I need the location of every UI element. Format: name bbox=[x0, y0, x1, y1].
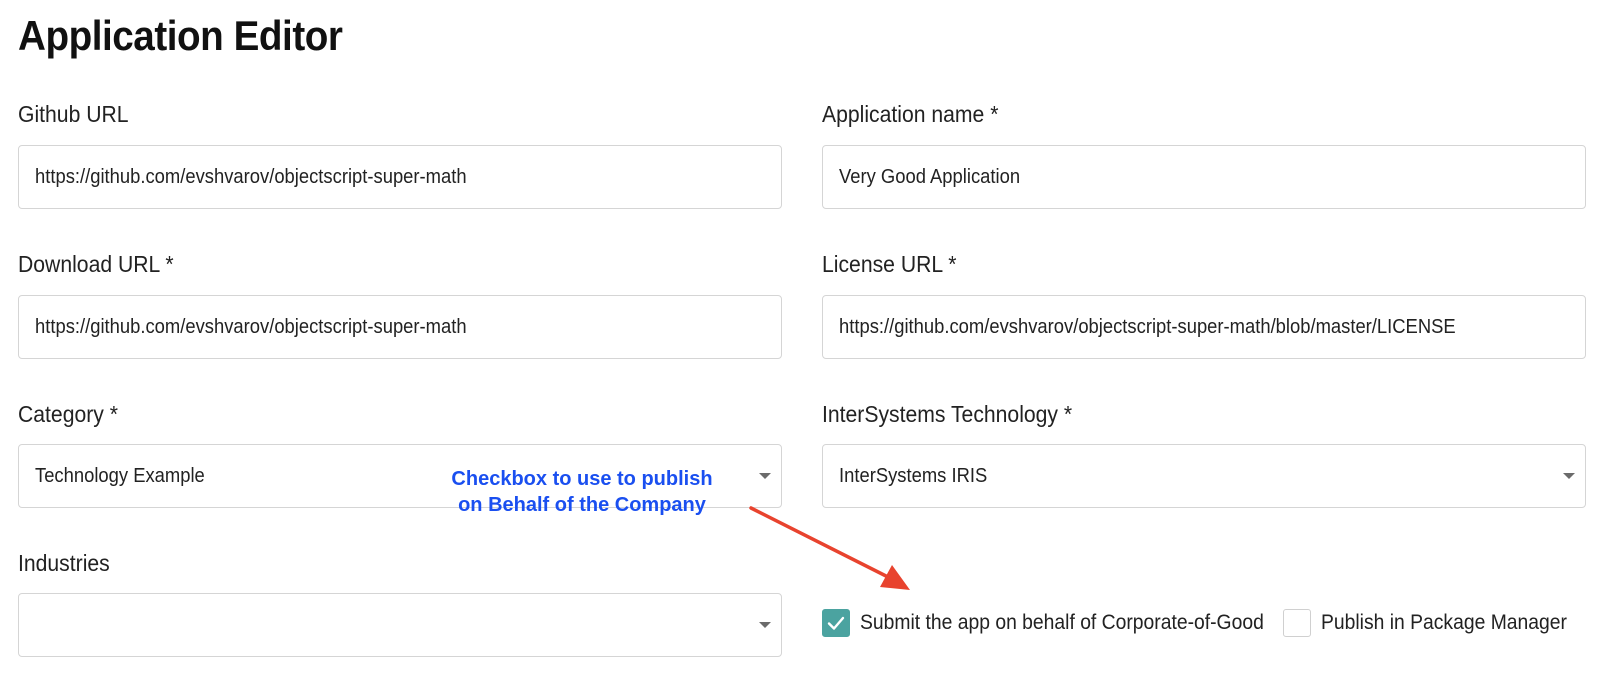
annotation-line-1: Checkbox to use to publish bbox=[451, 468, 713, 490]
submit-on-behalf-label: Submit the app on behalf of Corporate-of… bbox=[860, 611, 1264, 634]
intersystems-technology-label: InterSystems Technology * bbox=[822, 401, 1073, 427]
chevron-down-icon bbox=[1563, 473, 1575, 479]
submit-on-behalf-checkbox-row[interactable]: Submit the app on behalf of Corporate-of… bbox=[822, 609, 1299, 637]
industries-select[interactable] bbox=[18, 593, 782, 657]
category-label: Category * bbox=[18, 401, 118, 427]
checkmark-icon bbox=[827, 616, 845, 630]
application-name-label: Application name * bbox=[822, 101, 999, 127]
github-url-label: Github URL bbox=[18, 101, 129, 127]
license-url-label: License URL * bbox=[822, 251, 957, 277]
download-url-value: https://github.com/evshvarov/objectscrip… bbox=[35, 315, 467, 338]
annotation-arrow-head bbox=[880, 565, 910, 590]
annotation-line-2: on Behalf of the Company bbox=[458, 494, 706, 516]
license-url-input[interactable]: https://github.com/evshvarov/objectscrip… bbox=[822, 295, 1586, 359]
page-title: Application Editor bbox=[18, 12, 343, 59]
github-url-value: https://github.com/evshvarov/objectscrip… bbox=[35, 165, 467, 188]
application-editor-page: Application Editor Github URL https://gi… bbox=[0, 0, 1600, 678]
category-value: Technology Example bbox=[35, 464, 205, 487]
license-url-value: https://github.com/evshvarov/objectscrip… bbox=[839, 315, 1456, 338]
intersystems-technology-value: InterSystems IRIS bbox=[839, 464, 988, 487]
annotation-callout: Checkbox to use to publish on Behalf of … bbox=[432, 466, 732, 518]
publish-package-manager-checkbox-row[interactable]: Publish in Package Manager bbox=[1283, 609, 1588, 637]
download-url-label: Download URL * bbox=[18, 251, 174, 277]
application-name-value: Very Good Application bbox=[839, 165, 1021, 188]
industries-label: Industries bbox=[18, 550, 110, 576]
annotation-arrow-line bbox=[749, 506, 892, 580]
publish-package-manager-label: Publish in Package Manager bbox=[1321, 611, 1567, 634]
submit-on-behalf-checkbox[interactable] bbox=[822, 609, 850, 637]
chevron-down-icon bbox=[759, 473, 771, 479]
chevron-down-icon bbox=[759, 622, 771, 628]
publish-package-manager-checkbox[interactable] bbox=[1283, 609, 1311, 637]
intersystems-technology-select[interactable]: InterSystems IRIS bbox=[822, 444, 1586, 508]
application-name-input[interactable]: Very Good Application bbox=[822, 145, 1586, 209]
github-url-input[interactable]: https://github.com/evshvarov/objectscrip… bbox=[18, 145, 782, 209]
download-url-input[interactable]: https://github.com/evshvarov/objectscrip… bbox=[18, 295, 782, 359]
